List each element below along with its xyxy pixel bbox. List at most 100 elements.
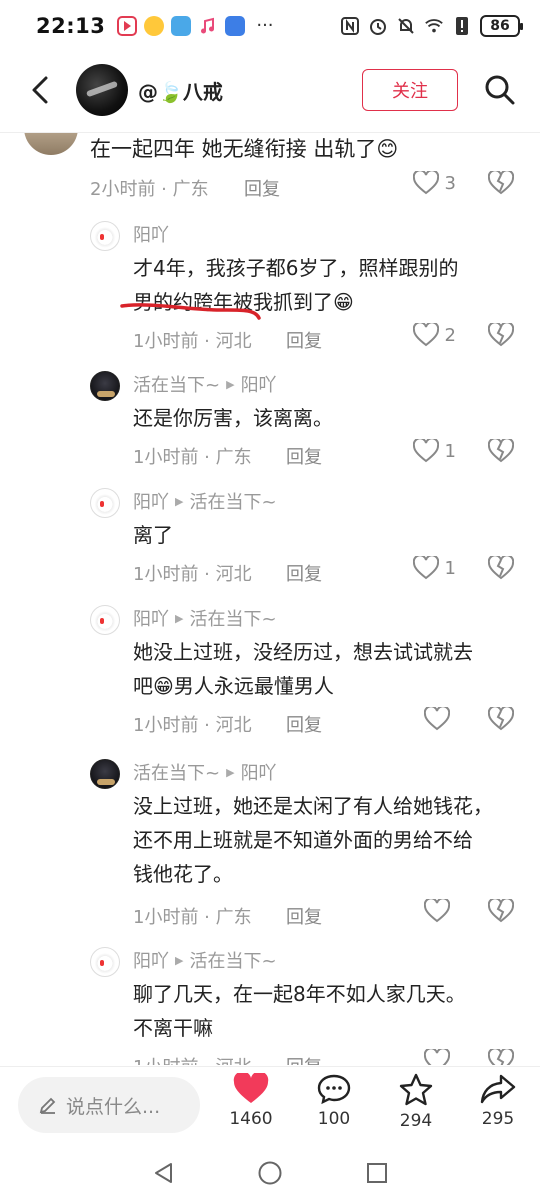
reply-text-line: 钱他花了。 (133, 862, 233, 886)
follow-button[interactable]: 关注 (362, 69, 458, 111)
reply-to-user[interactable]: 活在当下~ (189, 605, 276, 631)
video-app-icon (117, 16, 138, 36)
circle-home-icon (258, 1161, 282, 1185)
favorite-post-button[interactable]: 294 (381, 1073, 451, 1131)
reply-button[interactable]: 回复 (244, 175, 280, 201)
back-button[interactable] (20, 70, 60, 110)
like-button[interactable] (424, 707, 456, 731)
reply-text: 离了 (133, 518, 523, 552)
reply-text-line: 才4年，我孩子都6岁了，照样跟别的 (133, 256, 459, 280)
reply-author[interactable]: 活在当下~ (133, 759, 220, 785)
dislike-button[interactable] (487, 705, 515, 736)
heart-icon (412, 323, 439, 347)
reply-text-line: 吧😁男人永远最懂男人 (133, 674, 334, 698)
reply-author[interactable]: 阳吖 (133, 221, 169, 247)
broken-heart-icon (487, 169, 515, 195)
reply-to-user[interactable]: 活在当下~ (189, 488, 276, 514)
reply-to-arrow-icon: ▶ (226, 765, 235, 779)
reply-button[interactable]: 回复 (286, 443, 322, 469)
reply-button[interactable]: 回复 (286, 1053, 322, 1065)
reply-author-line: 阳吖 ▶ 活在当下~ (133, 488, 277, 514)
comment-list[interactable]: 在一起四年 她无缝衔接 出轨了😊 2小时前 · 广东 回复 3 阳吖 才4年，我… (0, 133, 540, 1065)
battery-indicator: 86 (480, 15, 523, 37)
reply-button[interactable]: 回复 (286, 327, 322, 353)
replier-avatar[interactable] (90, 488, 120, 518)
like-count: 1 (444, 557, 456, 579)
dislike-button[interactable] (487, 1047, 515, 1065)
reply-to-arrow-icon: ▶ (226, 377, 235, 391)
reply-text-line: 她没上过班，没经历过，想去试试就去 (133, 640, 473, 664)
share-arrow-icon (480, 1074, 516, 1104)
alert-icon (452, 16, 472, 36)
nav-home-button[interactable] (250, 1153, 290, 1193)
reply-text-line: 聊了几天，在一起8年不如人家几天。 (133, 982, 466, 1006)
broken-heart-icon (487, 437, 515, 463)
comment-input-placeholder: 说点什么... (66, 1095, 161, 1118)
post-favorite-count: 294 (399, 1111, 433, 1131)
dislike-button[interactable] (487, 321, 515, 352)
author-avatar[interactable] (76, 64, 128, 116)
reply-time: 1小时前 · 河北 (133, 1053, 252, 1065)
replier-avatar[interactable] (90, 947, 120, 977)
reply-time: 1小时前 · 河北 (133, 564, 252, 585)
broken-heart-icon (487, 554, 515, 580)
reply-time: 1小时前 · 河北 (133, 715, 252, 736)
comment-input[interactable]: 说点什么... (18, 1077, 200, 1133)
reply-author[interactable]: 阳吖 (133, 947, 169, 973)
like-button[interactable] (424, 1049, 456, 1065)
broken-heart-icon (487, 705, 515, 731)
replier-avatar[interactable] (90, 221, 120, 251)
like-count: 2 (444, 324, 456, 346)
reply-author[interactable]: 阳吖 (133, 605, 169, 631)
status-time: 22:13 (36, 14, 106, 38)
reply-author-line: 阳吖 (133, 221, 169, 247)
like-button[interactable] (424, 899, 456, 923)
dislike-button[interactable] (487, 897, 515, 928)
app-store-icon (225, 16, 246, 36)
heart-icon (412, 171, 439, 195)
reply-to-user[interactable]: 阳吖 (241, 759, 277, 785)
reply-author[interactable]: 阳吖 (133, 488, 169, 514)
like-button[interactable]: 1 (412, 439, 456, 463)
replier-avatar[interactable] (90, 759, 120, 789)
reply-meta: 1小时前 · 广东 回复 1 (0, 437, 540, 469)
red-underline-mark (120, 303, 261, 320)
heart-filled-icon (233, 1073, 269, 1103)
replier-avatar[interactable] (90, 371, 120, 401)
search-button[interactable] (480, 70, 520, 110)
reply-text-line: 还是你厉害，该离离。 (133, 406, 333, 430)
comment-time: 2小时前 · 广东 (90, 179, 209, 200)
post-comment-count: 100 (317, 1109, 351, 1129)
like-post-button[interactable]: 1460 (216, 1073, 286, 1129)
share-post-button[interactable]: 295 (463, 1073, 533, 1129)
reply-meta: 1小时前 · 河北 回复 1 (0, 554, 540, 586)
broken-heart-icon (487, 897, 515, 923)
dislike-button[interactable] (487, 437, 515, 468)
broken-heart-icon (487, 1047, 515, 1065)
reply-meta: 1小时前 · 河北 回复 (0, 705, 540, 737)
star-icon (399, 1073, 433, 1106)
comment-post-button[interactable]: 100 (299, 1073, 369, 1129)
like-button[interactable]: 2 (412, 323, 456, 347)
reply-to-user[interactable]: 活在当下~ (189, 947, 276, 973)
like-button[interactable]: 1 (412, 556, 456, 580)
heart-icon (412, 439, 439, 463)
reply-button[interactable]: 回复 (286, 711, 322, 737)
commenter-avatar[interactable] (24, 133, 78, 155)
dislike-button[interactable] (487, 554, 515, 585)
reply-button[interactable]: 回复 (286, 903, 322, 929)
heart-icon (424, 899, 450, 923)
nav-back-button[interactable] (143, 1153, 183, 1193)
author-name[interactable]: @🍃八戒 (138, 76, 223, 105)
reply-author[interactable]: 活在当下~ (133, 371, 220, 397)
reply-time: 1小时前 · 广东 (133, 447, 252, 468)
reply-text: 还是你厉害，该离离。 (133, 401, 523, 435)
nav-recents-button[interactable] (357, 1153, 397, 1193)
comment-meta: 2小时前 · 广东 回复 3 (0, 169, 540, 201)
reply-button[interactable]: 回复 (286, 560, 322, 586)
dislike-button[interactable] (487, 169, 515, 200)
like-button[interactable]: 3 (412, 171, 456, 195)
reply-to-user[interactable]: 阳吖 (241, 371, 277, 397)
broken-heart-icon (487, 321, 515, 347)
replier-avatar[interactable] (90, 605, 120, 635)
